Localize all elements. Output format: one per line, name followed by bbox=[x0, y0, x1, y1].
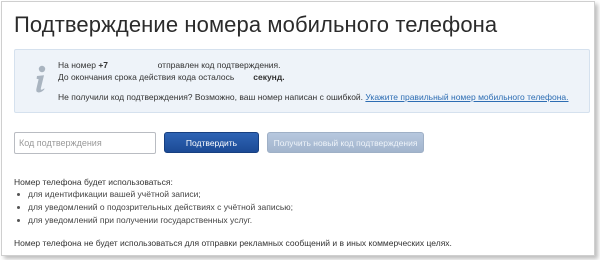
bullet-icon bbox=[17, 219, 20, 222]
code-sent-prefix: На номер bbox=[58, 60, 96, 70]
info-icon bbox=[36, 65, 46, 93]
page-title: Подтверждение номера мобильного телефона bbox=[14, 12, 498, 37]
change-number-link[interactable]: Укажите правильный номер мобильного теле… bbox=[365, 92, 568, 102]
list-item: для идентификации вашей учётной записи; bbox=[16, 188, 293, 201]
list-item: для уведомлений о подозрительных действи… bbox=[16, 201, 293, 214]
wrong-number-text: Не получили код подтверждения? Возможно,… bbox=[58, 92, 364, 102]
page-frame: Подтверждение номера мобильного телефона… bbox=[1, 1, 595, 256]
usage-list: для идентификации вашей учётной записи; … bbox=[16, 188, 293, 227]
list-item-text: для уведомлений о подозрительных действи… bbox=[28, 202, 293, 212]
code-sent-suffix: отправлен код подтверждения. bbox=[157, 60, 281, 70]
info-box: На номер +7 отправлен код подтверждения.… bbox=[14, 49, 590, 113]
phone-number: +7 bbox=[98, 60, 109, 70]
bullet-icon bbox=[17, 206, 20, 209]
countdown-value-masked bbox=[237, 72, 254, 82]
countdown-suffix: секунд. bbox=[253, 72, 285, 82]
countdown-message: До окончания срока действия кода осталос… bbox=[58, 72, 285, 82]
bullet-icon bbox=[17, 193, 20, 196]
usage-title: Номер телефона будет использоваться: bbox=[14, 177, 173, 187]
list-item: для уведомлений при получении государств… bbox=[16, 214, 293, 227]
resend-code-button[interactable]: Получить новый код подтверждения bbox=[267, 132, 424, 153]
no-advertising-note: Номер телефона не будет использоваться д… bbox=[14, 238, 452, 248]
list-item-text: для уведомлений при получении государств… bbox=[28, 215, 253, 225]
confirmation-code-input[interactable] bbox=[14, 132, 156, 154]
wrong-number-message: Не получили код подтверждения? Возможно,… bbox=[58, 92, 569, 102]
phone-number-masked bbox=[108, 60, 155, 70]
confirm-button[interactable]: Подтвердить bbox=[164, 132, 259, 153]
countdown-prefix: До окончания срока действия кода осталос… bbox=[58, 72, 235, 82]
code-sent-message: На номер +7 отправлен код подтверждения. bbox=[58, 60, 281, 70]
list-item-text: для идентификации вашей учётной записи; bbox=[28, 189, 201, 199]
